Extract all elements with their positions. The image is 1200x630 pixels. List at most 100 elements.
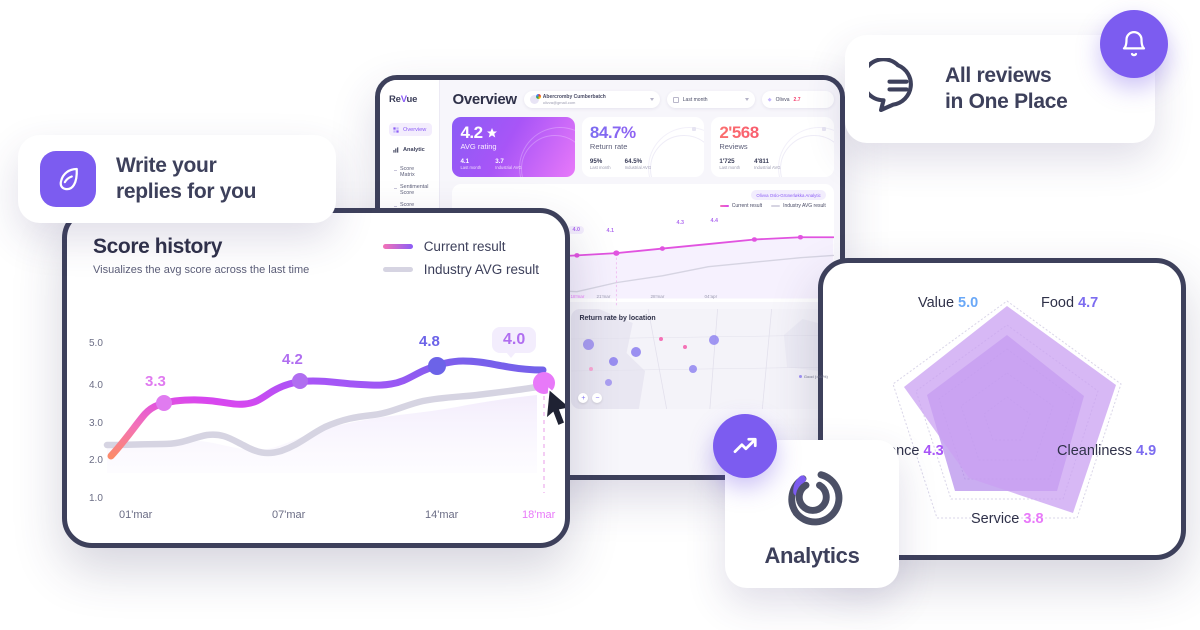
y-tick: 2.0 — [89, 455, 103, 466]
sidebar-item-label: Sentimental Score — [400, 184, 429, 196]
radar-axis-value: Service 3.8 — [971, 511, 1044, 527]
x-tick: 01'mar — [119, 509, 153, 521]
map-title: Return rate by location — [579, 315, 656, 322]
x-tick: 28'mar — [650, 294, 665, 299]
kpi-row: 4.2 AVG rating 4.1 Last month 3.7 Industri… — [452, 117, 834, 177]
chart-legend: Current result Industry AVG result — [719, 203, 826, 209]
radar-axis-value: Food 4.7 — [1041, 295, 1099, 311]
point-label: 4.4 — [710, 218, 718, 224]
kpi-prev-label: Last month — [719, 165, 741, 170]
x-tick: 04'apr — [704, 294, 718, 299]
kpi-menu-dot — [821, 127, 826, 131]
data-label: 3.3 — [145, 373, 166, 390]
sidebar-item-analytic[interactable]: Analytic — [389, 144, 432, 156]
feature-card-label: Analytics — [764, 543, 860, 568]
kpi-avg-label: Industrial AVG — [754, 165, 781, 170]
radar-axis-label: Service — [971, 511, 1020, 527]
legend-label: Industry AVG result — [783, 203, 826, 209]
diamond-icon: ◆ — [767, 96, 772, 103]
score-tooltip: 4.0 — [492, 327, 537, 358]
sidebar-item-label: Analytic — [403, 147, 425, 153]
location-score: 2.7 — [793, 96, 801, 103]
legend-swatch-current — [719, 205, 729, 207]
legend-swatch-good — [798, 375, 802, 378]
point-label-highlight: 4.0 — [568, 226, 584, 234]
app-logo: ReVue — [389, 94, 418, 105]
location-label: Olivva — [775, 96, 790, 103]
kpi-avg-value: 4'811 — [754, 158, 769, 165]
radar-axis-label: Value — [918, 295, 955, 311]
bell-icon-badge[interactable] — [1100, 10, 1168, 78]
data-label: 4.2 — [282, 351, 303, 368]
avatar — [529, 94, 541, 104]
bell-icon — [1122, 31, 1146, 57]
map-legend-label: Good (>60%) — [803, 374, 828, 379]
feather-pen-icon — [40, 151, 96, 207]
account-selector[interactable]: Abercromby Cumberbatch olivva@gmail.com — [523, 91, 660, 108]
dashboard-header: Overview Abercromby Cumberbatch olivva@g… — [452, 91, 834, 108]
feature-card-write-replies: Write your replies for you — [18, 135, 336, 223]
map-card: Return rate by location Good (>60%) + − — [571, 309, 834, 409]
kpi-avg-value: 64.5% — [624, 158, 643, 165]
marker-overlay-svg — [533, 372, 565, 493]
radar-axis-label: Food — [1041, 295, 1075, 311]
x-tick: 07'mar — [272, 509, 306, 521]
kpi-prev-value: 1'725 — [719, 158, 735, 165]
bar-chart-icon — [393, 147, 399, 153]
trending-up-icon — [733, 437, 757, 453]
period-label: Last month — [682, 96, 708, 103]
sidebar-item-label: Overview — [403, 126, 427, 133]
kpi-reviews: 2'568 Reviews 1'725 Last month 4'811 Indus… — [711, 117, 834, 177]
legend-swatch-industry — [771, 205, 781, 207]
legend-label: Current result — [731, 203, 763, 209]
trending-up-icon-badge[interactable] — [713, 414, 777, 478]
x-tick-highlight: 18'mar — [570, 294, 585, 299]
account-email: olivva@gmail.com — [542, 100, 576, 105]
y-tick: 1.0 — [89, 493, 103, 504]
kpi-avg-label: Industrial AVG — [495, 165, 522, 170]
zoom-out-button[interactable]: − — [592, 393, 603, 403]
kpi-return-rate: 84.7% Return rate 95% Last month 64.5% Ind… — [581, 117, 705, 177]
x-tick: 21'mar — [596, 294, 611, 299]
kpi-prev-label: Last month — [589, 165, 611, 170]
y-tick: 4.0 — [89, 380, 103, 391]
star-icon — [486, 128, 497, 138]
period-selector[interactable]: Last month — [666, 91, 755, 108]
feature-card-text: Write your replies for you — [116, 154, 257, 203]
kpi-avg-label: Industrial AVG — [624, 165, 652, 170]
x-tick-highlight: 18'mar — [522, 509, 556, 521]
point-label: 4.3 — [676, 220, 684, 226]
chat-bubble-icon — [860, 56, 927, 121]
donut-chart-icon — [788, 471, 843, 526]
chevron-down-icon — [744, 98, 749, 101]
kpi-prev-value: 95% — [589, 158, 603, 165]
sidebar-item-overview[interactable]: Overview — [389, 123, 433, 136]
radar-axis-value: Cleanliness 4.9 — [1057, 443, 1157, 459]
radar-axis-value: Value 5.0 — [918, 295, 979, 311]
kpi-avg-value: 3.7 — [495, 158, 504, 165]
location-selector[interactable]: ◆ Olivva 2.7 — [761, 91, 834, 108]
sidebar-item-score-matrix[interactable]: Score Matrix — [389, 163, 432, 181]
grid-icon — [393, 126, 399, 133]
radar-axis-label: Cleanliness — [1057, 443, 1132, 459]
kpi-value: 4.2 — [460, 123, 483, 142]
feature-card-text: All reviews in One Place — [945, 64, 1068, 113]
chevron-down-icon — [649, 98, 654, 101]
score-history-card: Score history Visualizes the avg score a… — [62, 208, 570, 548]
map-zoom-controls[interactable]: + − — [578, 393, 603, 403]
kpi-prev-label: Last month — [460, 165, 482, 170]
kpi-prev-value: 4.1 — [460, 158, 470, 165]
data-label: 4.8 — [419, 333, 440, 350]
y-tick: 3.0 — [89, 418, 103, 429]
hero-illustration: ReVue Overview Analytic Score Matrix Sen… — [0, 0, 1200, 630]
zoom-in-button[interactable]: + — [578, 393, 589, 403]
cursor-icon — [545, 387, 565, 428]
sidebar-item-sentimental-score[interactable]: Sentimental Score — [389, 181, 432, 199]
calendar-icon — [672, 96, 679, 103]
kpi-menu-dot — [692, 127, 697, 131]
page-title: Overview — [452, 91, 517, 108]
analytic-badge: Olivva Oslo-Grünerløkka Analytic — [751, 190, 826, 200]
kpi-avg-rating: 4.2 AVG rating 4.1 Last month 3.7 Industri… — [452, 117, 575, 177]
x-tick: 14'mar — [425, 509, 459, 521]
point-label: 4.1 — [606, 228, 614, 234]
